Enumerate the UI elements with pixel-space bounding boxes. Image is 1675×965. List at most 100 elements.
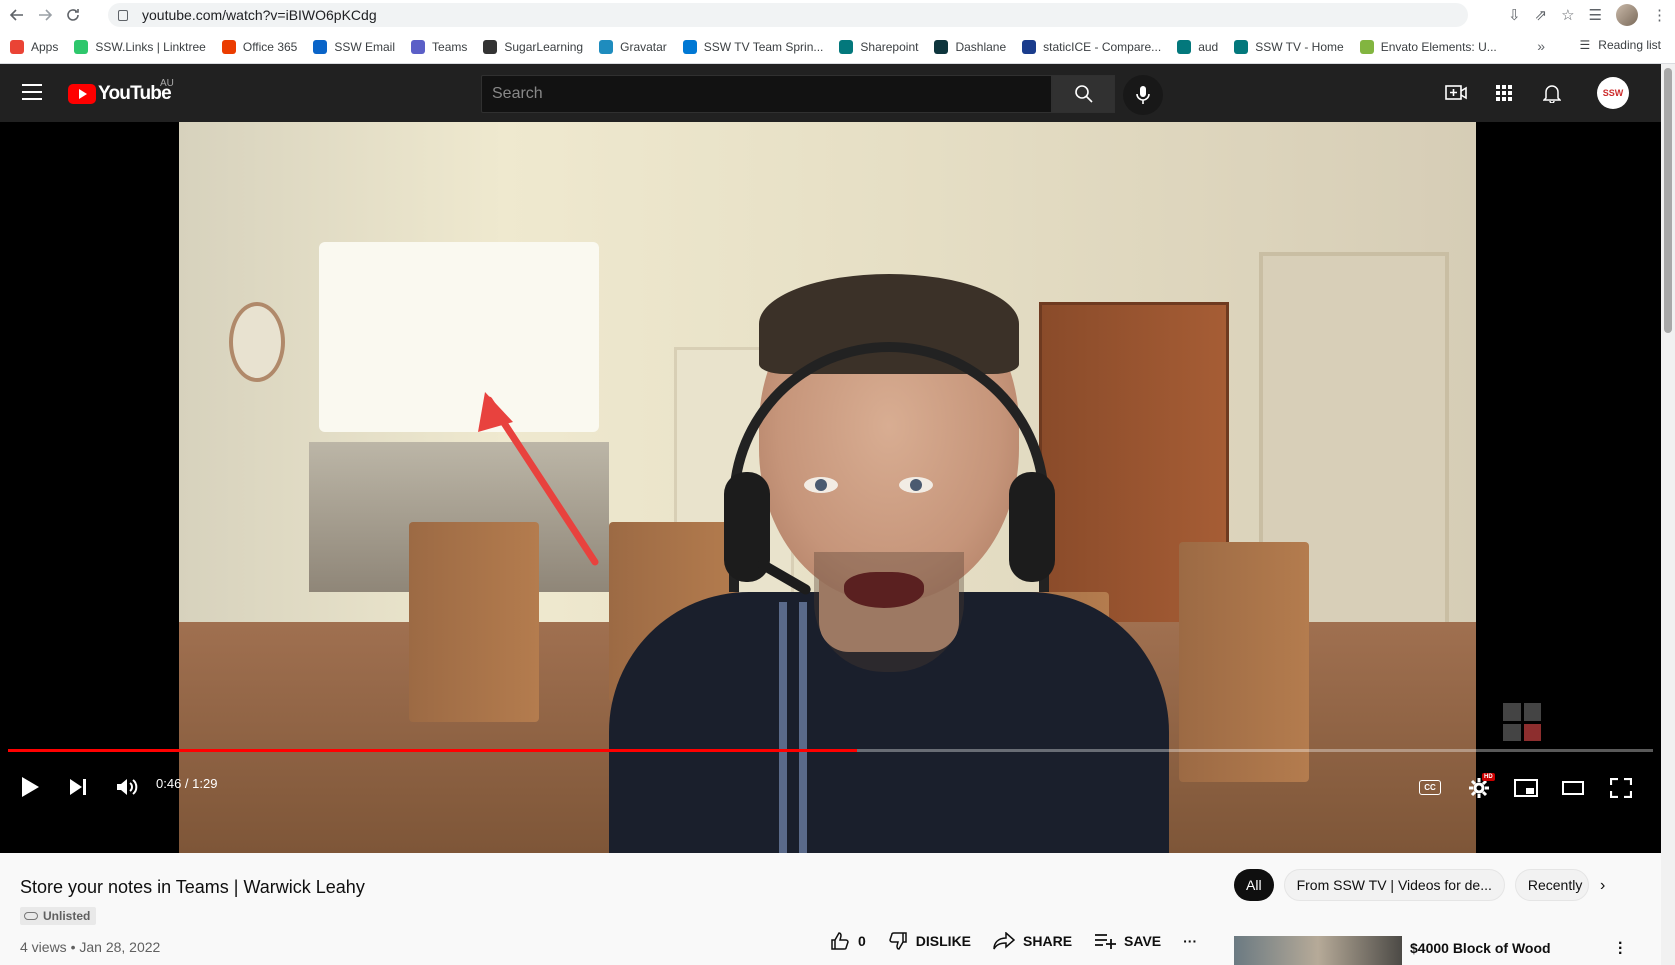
chip-recently[interactable]: Recently	[1514, 869, 1589, 901]
next-button[interactable]	[68, 778, 88, 796]
bookmark-favicon-icon	[599, 39, 614, 54]
volume-button[interactable]	[115, 777, 139, 797]
install-icon[interactable]: ⇩	[1508, 6, 1521, 24]
country-code: AU	[160, 78, 174, 89]
bookmark-item[interactable]: Office 365	[221, 39, 298, 54]
scrollbar-thumb[interactable]	[1664, 68, 1672, 333]
bookmark-label: staticICE - Compare...	[1043, 39, 1162, 54]
video-details-area: Store your notes in Teams | Warwick Leah…	[0, 853, 1661, 965]
create-video-icon[interactable]	[1445, 82, 1467, 104]
chips-next-icon[interactable]: ›	[1600, 877, 1605, 895]
next-icon	[70, 779, 86, 795]
bookmark-item[interactable]: aud	[1177, 39, 1219, 54]
recommended-video[interactable]: $4000 Block of Wood	[1234, 936, 1551, 965]
bookmark-star-icon[interactable]: ☆	[1561, 6, 1574, 24]
video-frame[interactable]	[179, 122, 1476, 853]
notifications-bell-icon[interactable]	[1541, 82, 1563, 104]
bookmark-item[interactable]: Dashlane	[934, 39, 1006, 54]
unlisted-badge: Unlisted	[20, 907, 97, 925]
recommendation-chips: All From SSW TV | Videos for de... Recen…	[1234, 869, 1599, 901]
share-button[interactable]: SHARE	[993, 932, 1072, 950]
bookmarks-bar: Apps SSW.Links | Linktree Office 365 SSW Em…	[0, 30, 1675, 64]
reload-icon[interactable]	[62, 4, 84, 26]
bookmark-favicon-icon	[313, 39, 328, 54]
search-box[interactable]	[481, 75, 1052, 113]
bookmark-favicon-icon	[221, 39, 236, 54]
progress-bar[interactable]	[8, 749, 1653, 752]
bookmark-label: Apps	[31, 39, 59, 54]
recommended-video-menu-icon[interactable]: · · ·	[1618, 936, 1623, 962]
bookmark-label: SSW TV Team Sprin...	[703, 39, 824, 54]
dislike-button[interactable]: DISLIKE	[888, 931, 971, 951]
reading-list-icon: ☰	[1579, 38, 1591, 52]
bookmark-item[interactable]: Teams	[411, 39, 468, 54]
recommended-video-thumbnail[interactable]	[1234, 936, 1402, 965]
forward-arrow-icon[interactable]	[34, 4, 56, 26]
bookmark-favicon-icon	[1022, 39, 1037, 54]
bookmark-item[interactable]: SSW.Links | Linktree	[74, 39, 206, 54]
thumbs-down-icon	[889, 932, 907, 950]
play-button[interactable]	[20, 776, 40, 798]
lock-icon	[118, 9, 128, 21]
bookmark-label: aud	[1198, 39, 1219, 54]
share-page-icon[interactable]: ⇗	[1535, 6, 1548, 24]
youtube-header: YouTube AU SSW	[0, 64, 1675, 122]
video-player[interactable]: 0:46 / 1:29 CC HD	[0, 122, 1661, 853]
bookmark-label: Sharepoint	[860, 39, 919, 54]
bookmark-item[interactable]: SSW TV - Home	[1234, 39, 1344, 54]
bookmark-item[interactable]: Apps	[10, 39, 59, 54]
bookmark-label: Office 365	[242, 39, 298, 54]
apps-grid-icon[interactable]	[1493, 82, 1515, 104]
youtube-play-logo-icon	[68, 84, 96, 104]
address-bar[interactable]: youtube.com/watch?v=iBIWO6pKCdg	[108, 3, 1468, 27]
bookmark-favicon-icon	[682, 39, 697, 54]
miniplayer-button[interactable]	[1514, 779, 1538, 797]
search-button[interactable]	[1052, 75, 1115, 113]
captions-button[interactable]: CC	[1419, 780, 1441, 795]
theater-mode-button[interactable]	[1562, 781, 1584, 795]
menu-icon[interactable]	[22, 84, 42, 100]
bookmark-label: SSW.Links | Linktree	[95, 39, 206, 54]
theater-mode-icon	[1562, 781, 1584, 795]
bookmark-item[interactable]: SSW TV Team Sprin...	[682, 39, 824, 54]
annotation-arrow-icon	[478, 392, 599, 566]
account-avatar[interactable]: SSW	[1597, 77, 1629, 109]
fullscreen-button[interactable]	[1610, 778, 1632, 798]
youtube-logo[interactable]: YouTube AU	[68, 78, 174, 105]
bookmark-label: Teams	[432, 39, 468, 54]
profile-avatar[interactable]	[1616, 4, 1638, 26]
bookmark-favicon-icon	[74, 39, 89, 54]
bookmark-label: Gravatar	[620, 39, 667, 54]
url-text[interactable]: youtube.com/watch?v=iBIWO6pKCdg	[142, 7, 377, 23]
bookmark-item[interactable]: SugarLearning	[483, 39, 583, 54]
settings-button[interactable]: HD	[1468, 773, 1495, 799]
browser-menu-icon[interactable]: ⋮	[1652, 6, 1667, 24]
chip-all[interactable]: All	[1234, 869, 1274, 901]
bookmarks-overflow-icon[interactable]: »	[1537, 38, 1545, 54]
bookmark-favicon-icon	[483, 39, 498, 54]
like-button[interactable]: 0	[830, 931, 866, 951]
voice-search-button[interactable]	[1123, 75, 1163, 115]
bookmark-item[interactable]: SSW Email	[313, 39, 395, 54]
chip-from-ssw-tv[interactable]: From SSW TV | Videos for de...	[1283, 869, 1505, 901]
recommended-video-title[interactable]: $4000 Block of Wood	[1410, 940, 1551, 965]
save-button[interactable]: SAVE	[1094, 933, 1161, 949]
bookmark-item[interactable]: Sharepoint	[839, 39, 919, 54]
search-icon	[1074, 85, 1093, 103]
media-queue-icon[interactable]: ☰	[1589, 6, 1602, 24]
search-input[interactable]	[482, 76, 1051, 112]
browser-toolbar: youtube.com/watch?v=iBIWO6pKCdg ⇩ ⇗ ☆ ☰ …	[0, 0, 1675, 30]
bookmark-item[interactable]: Gravatar	[599, 39, 667, 54]
share-icon	[993, 932, 1016, 950]
page-scrollbar[interactable]	[1661, 64, 1675, 965]
fullscreen-icon	[1610, 778, 1632, 798]
more-horizontal-icon: ···	[1183, 933, 1198, 949]
reading-list-button[interactable]: ☰ Reading list	[1580, 38, 1661, 52]
bookmark-label: SSW TV - Home	[1255, 39, 1344, 54]
bookmark-item[interactable]: Envato Elements: U...	[1359, 39, 1497, 54]
more-actions-button[interactable]: ···	[1183, 933, 1197, 949]
back-arrow-icon[interactable]	[6, 4, 28, 26]
bookmark-item[interactable]: staticICE - Compare...	[1022, 39, 1162, 54]
bookmark-favicon-icon	[1177, 39, 1192, 54]
progress-played	[8, 749, 857, 752]
